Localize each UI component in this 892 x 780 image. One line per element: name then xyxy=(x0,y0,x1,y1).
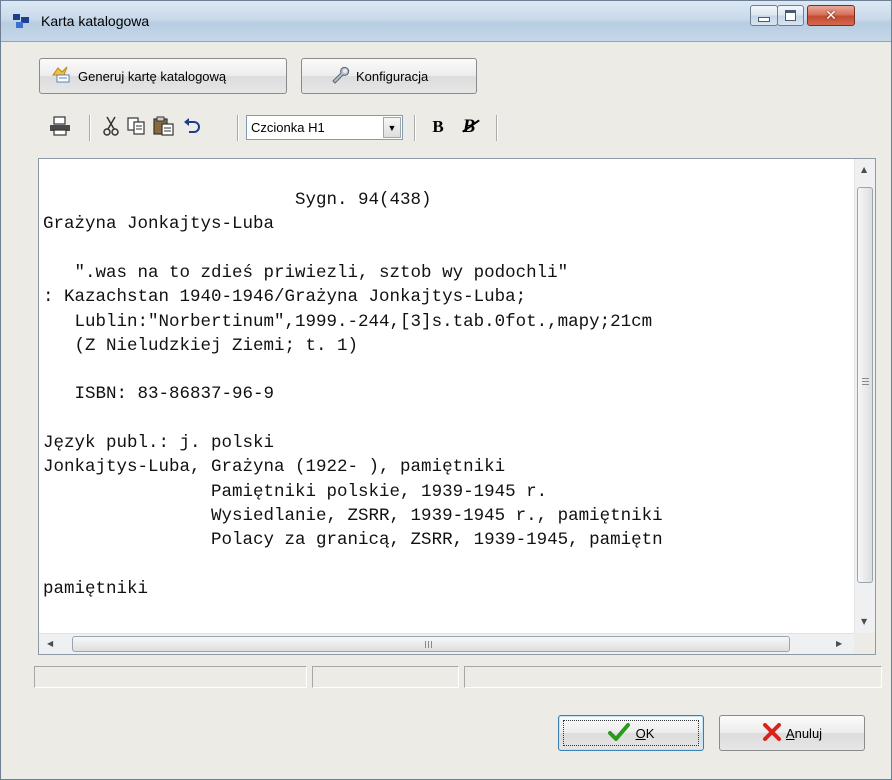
maximize-button[interactable] xyxy=(777,5,804,26)
document-line: Język publ.: j. polski xyxy=(43,433,275,453)
vertical-scroll-thumb[interactable] xyxy=(857,187,873,583)
ok-button[interactable]: OK xyxy=(558,715,704,751)
maximize-icon xyxy=(785,10,796,21)
document-line: Lublin:"Norbertinum",1999.-244,[3]s.tab.… xyxy=(43,311,653,332)
app-icon xyxy=(13,14,29,28)
status-panel-3 xyxy=(464,666,882,688)
document-line: pamiętniki xyxy=(43,578,149,599)
minimize-button[interactable] xyxy=(750,5,778,26)
cut-button[interactable] xyxy=(100,113,122,141)
close-button[interactable]: ✕ xyxy=(807,5,855,26)
toolbar-separator xyxy=(414,115,416,141)
minimize-icon xyxy=(758,17,770,22)
toolbar-separator xyxy=(496,115,498,141)
toolbar-separator xyxy=(237,115,239,141)
cancel-button[interactable]: Anuluj xyxy=(719,715,865,751)
catalog-card-window: Karta katalogowa ✕ Generuj kartę katalog… xyxy=(0,0,892,780)
status-panel-1 xyxy=(34,666,307,688)
font-style-value: Czcionka H1 xyxy=(251,120,325,135)
window-title: Karta katalogowa xyxy=(41,13,150,29)
paste-icon xyxy=(153,116,175,139)
title-bar[interactable]: Karta katalogowa ✕ xyxy=(1,1,891,42)
generate-card-button[interactable]: Generuj kartę katalogową xyxy=(39,58,287,94)
wrench-icon xyxy=(330,66,350,87)
undo-icon xyxy=(183,117,201,137)
configuration-button[interactable]: Konfiguracja xyxy=(301,58,477,94)
copy-button[interactable] xyxy=(124,113,148,141)
catalog-card-editor[interactable]: Sygn. 94(438) Grażyna Jonkajtys-Luba ".wa… xyxy=(38,158,876,655)
scroll-right-arrow-icon[interactable]: ▶ xyxy=(836,639,842,648)
font-style-select[interactable]: Czcionka H1 ▼ xyxy=(246,115,403,140)
document-line: (Z Nieludzkiej Ziemi; t. 1) xyxy=(43,335,359,356)
document-line: Grażyna Jonkajtys-Luba xyxy=(43,214,275,235)
document-line: ISBN: 83-86837-96-9 xyxy=(43,384,275,405)
document-line: Sygn. 94(438) xyxy=(43,190,432,210)
scroll-left-arrow-icon[interactable]: ◀ xyxy=(47,639,53,648)
bold-button[interactable]: B xyxy=(427,113,449,141)
cut-icon xyxy=(103,116,119,139)
document-line: Polacy za granicą, ZSRR, 1939-1945, pami… xyxy=(43,530,663,551)
print-icon xyxy=(49,115,71,139)
bold-label: B xyxy=(432,117,444,136)
chevron-down-icon[interactable]: ▼ xyxy=(383,117,401,138)
scrollbar-corner xyxy=(854,633,875,654)
document-line: Jonkajtys-Luba, Grażyna (1922- ), pamięt… xyxy=(43,457,506,478)
document-line: ".was na to zdieś priwiezli, sztob wy po… xyxy=(43,262,569,283)
horizontal-scrollbar[interactable]: ◀ ▶ xyxy=(39,633,854,654)
cancel-label: Anuluj xyxy=(785,725,823,741)
copy-icon xyxy=(126,116,146,139)
configuration-label: Konfiguracja xyxy=(356,68,429,84)
generate-card-label: Generuj kartę katalogową xyxy=(78,68,227,84)
cancel-x-icon xyxy=(762,722,782,744)
editor-text-area[interactable]: Sygn. 94(438) Grażyna Jonkajtys-Luba ".wa… xyxy=(39,159,854,634)
status-panel-2 xyxy=(312,666,459,688)
close-icon: ✕ xyxy=(825,7,837,24)
document-line: : Kazachstan 1940-1946/Grażyna Jonkajtys… xyxy=(43,287,527,308)
document-line: Pamiętniki polskie, 1939-1945 r. xyxy=(43,481,548,502)
print-button[interactable] xyxy=(47,113,73,141)
document-line: Wysiedlanie, ZSRR, 1939-1945 r., pamiętn… xyxy=(43,505,663,526)
clear-bold-icon: B xyxy=(461,116,480,138)
scroll-up-arrow-icon[interactable]: ▲ xyxy=(861,165,867,174)
clear-bold-button[interactable]: B xyxy=(456,113,482,141)
horizontal-scroll-thumb[interactable] xyxy=(72,636,790,652)
paste-button[interactable] xyxy=(150,113,178,141)
undo-button[interactable] xyxy=(181,113,203,141)
vertical-scrollbar[interactable]: ▲ ▼ xyxy=(854,159,875,634)
scroll-down-arrow-icon[interactable]: ▼ xyxy=(861,617,867,626)
toolbar-separator xyxy=(89,115,91,141)
magic-wand-icon xyxy=(50,66,72,87)
